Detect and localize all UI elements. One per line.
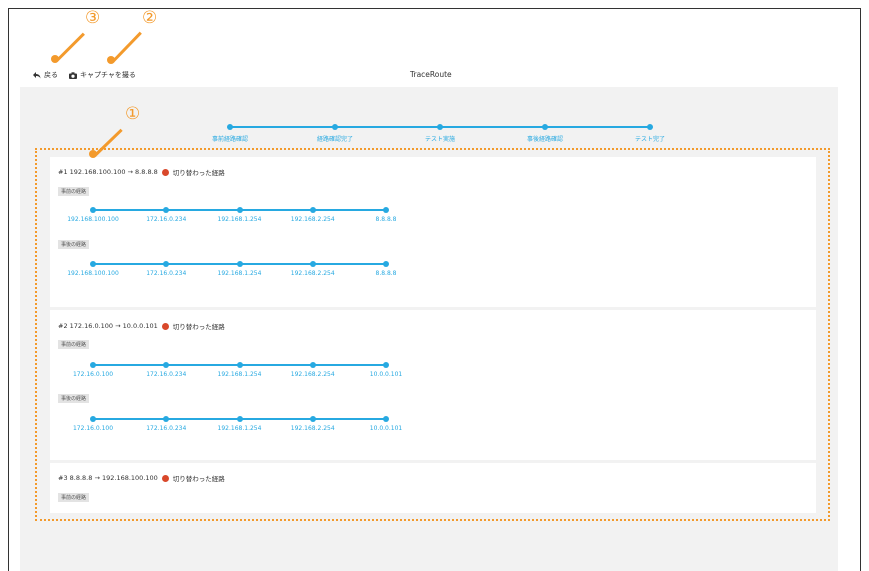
step-node bbox=[542, 124, 548, 130]
step-node bbox=[332, 124, 338, 130]
capture-button[interactable]: キャプチャを撮る bbox=[69, 70, 136, 80]
step-node bbox=[437, 124, 443, 130]
callout-dot bbox=[51, 55, 59, 63]
step-label: 事前経路確認 bbox=[211, 136, 249, 143]
step-label: 事後経路確認 bbox=[526, 136, 564, 143]
step-node bbox=[227, 124, 233, 130]
capture-label: キャプチャを撮る bbox=[80, 71, 136, 79]
back-arrow-icon bbox=[33, 71, 41, 79]
step-label: テスト完了 bbox=[634, 136, 666, 143]
callout-number-3: ③ bbox=[85, 8, 101, 28]
step-label: 経路確認完了 bbox=[316, 136, 354, 143]
back-label: 戻る bbox=[44, 71, 58, 79]
annotation-highlight-box bbox=[35, 148, 830, 521]
page-title: TraceRoute bbox=[410, 70, 452, 79]
step-node bbox=[647, 124, 653, 130]
callout-dot bbox=[107, 56, 115, 64]
callout-number-2: ② bbox=[142, 8, 158, 28]
progress-stepper: 事前経路確認 経路確認完了 テスト実施 事後経路確認 テスト完了 bbox=[212, 124, 665, 146]
back-button[interactable]: 戻る bbox=[33, 70, 58, 80]
callout-number-1: ① bbox=[125, 104, 141, 124]
step-label: テスト実施 bbox=[424, 136, 456, 143]
callout-dot bbox=[89, 150, 97, 158]
toolbar: 戻る キャプチャを撮る bbox=[33, 70, 136, 80]
camera-icon bbox=[69, 71, 77, 79]
